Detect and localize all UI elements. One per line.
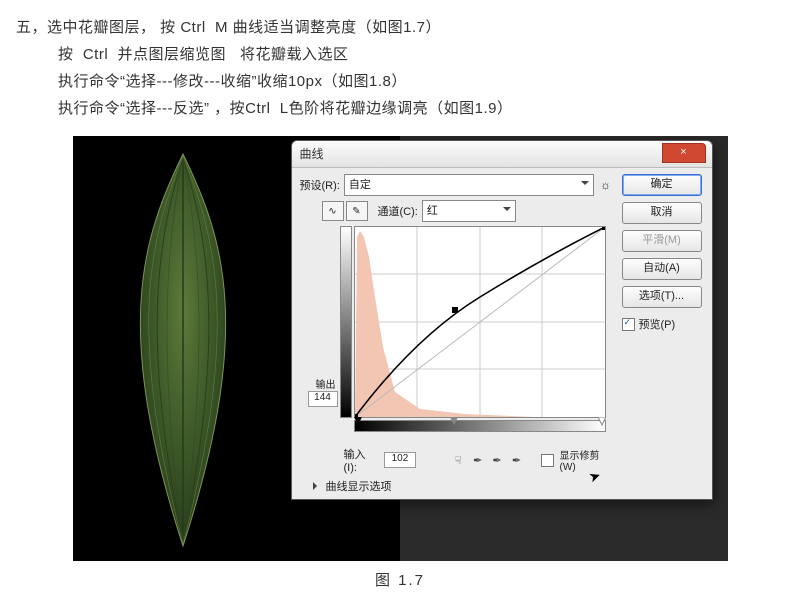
- dialog-left-column: 预设(R): 自定 ☼ ∿ ✎ 通道(C): 红: [300, 174, 614, 494]
- options-button[interactable]: 选项(T)...: [622, 286, 702, 308]
- leaf-illustration: [113, 150, 253, 550]
- output-value-field[interactable]: 144: [308, 391, 338, 407]
- dialog-right-column: 确定 取消 平滑(M) 自动(A) 选项(T)... 预览(P): [614, 174, 702, 494]
- preview-row: 预览(P): [622, 316, 702, 332]
- ok-button[interactable]: 确定: [622, 174, 702, 196]
- instruction-line: 五，选中花瓣图层， 按 Ctrl M 曲线适当调整亮度（如图1.7）: [16, 14, 784, 41]
- close-icon: ×: [680, 146, 686, 158]
- curve-graph-area: 输出(O): 144: [310, 226, 610, 436]
- figure-caption: 图 1.7: [73, 561, 728, 598]
- figure-canvas: 曲线 × 预设(R): 自定 ☼ ∿: [73, 136, 728, 561]
- preset-row: 预设(R): 自定 ☼: [300, 174, 614, 196]
- mid-point-slider[interactable]: [450, 417, 458, 425]
- chevron-right-icon: [313, 482, 321, 490]
- show-clip-checkbox[interactable]: [541, 454, 554, 467]
- figure-wrapper: 曲线 × 预设(R): 自定 ☼ ∿: [73, 136, 728, 598]
- white-point-slider[interactable]: [598, 417, 606, 425]
- preset-label: 预设(R):: [300, 177, 340, 193]
- preset-menu-icon[interactable]: ☼: [598, 177, 614, 193]
- preview-checkbox[interactable]: [622, 318, 635, 331]
- curve-grid[interactable]: [354, 226, 606, 418]
- dialog-title: 曲线: [300, 145, 324, 162]
- preview-label: 预览(P): [639, 316, 676, 332]
- close-button[interactable]: ×: [662, 143, 706, 163]
- preset-combo[interactable]: 自定: [344, 174, 594, 196]
- vertical-gradient-strip: [340, 226, 352, 418]
- dialog-titlebar[interactable]: 曲线 ×: [292, 141, 712, 168]
- channel-combo[interactable]: 红: [422, 200, 516, 222]
- instruction-line: 按 Ctrl 并点图层缩览图 将花瓣载入选区: [16, 41, 784, 68]
- curves-dialog: 曲线 × 预设(R): 自定 ☼ ∿: [291, 140, 713, 500]
- white-dropper-icon[interactable]: ✒: [510, 453, 523, 467]
- curve-point[interactable]: [452, 307, 458, 313]
- black-dropper-icon[interactable]: ✒: [471, 453, 484, 467]
- channel-label: 通道(C):: [378, 203, 418, 219]
- channel-row: ∿ ✎ 通道(C): 红: [322, 200, 614, 222]
- instructions-block: 五，选中花瓣图层， 按 Ctrl M 曲线适当调整亮度（如图1.7） 按 Ctr…: [0, 0, 800, 130]
- curve-mode-pencil-icon[interactable]: ✎: [346, 201, 368, 221]
- curve-point[interactable]: [602, 227, 605, 230]
- channel-value: 红: [427, 205, 438, 217]
- instruction-line: 执行命令“选择---反选” ，按Ctrl L色阶将花瓣边缘调亮（如图1.9）: [16, 95, 784, 122]
- hist-slider-markers: [354, 417, 606, 427]
- dialog-body: 预设(R): 自定 ☼ ∿ ✎ 通道(C): 红: [292, 168, 712, 500]
- smooth-button: 平滑(M): [622, 230, 702, 252]
- curve-mode-toggle: ∿ ✎: [322, 201, 368, 221]
- input-row: 输入(I): 102 ☟ ✒ ✒ ✒ 显示修剪(W): [344, 446, 614, 474]
- curve-display-options-toggle[interactable]: 曲线显示选项: [314, 478, 614, 494]
- cancel-button[interactable]: 取消: [622, 202, 702, 224]
- black-point-slider[interactable]: [354, 417, 362, 425]
- curve-mode-spline-icon[interactable]: ∿: [322, 201, 344, 221]
- input-value-field[interactable]: 102: [384, 452, 417, 468]
- gray-dropper-icon[interactable]: ✒: [490, 453, 503, 467]
- curve-svg: [355, 227, 605, 417]
- finger-point-icon[interactable]: ☟: [451, 453, 464, 467]
- show-clip-label: 显示修剪(W): [560, 447, 614, 473]
- auto-button[interactable]: 自动(A): [622, 258, 702, 280]
- input-label: 输入(I):: [344, 446, 378, 474]
- curve-display-options-label: 曲线显示选项: [326, 478, 392, 494]
- instruction-line: 执行命令“选择---修改---收缩”收缩10px（如图1.8）: [16, 68, 784, 95]
- preset-value: 自定: [349, 179, 371, 191]
